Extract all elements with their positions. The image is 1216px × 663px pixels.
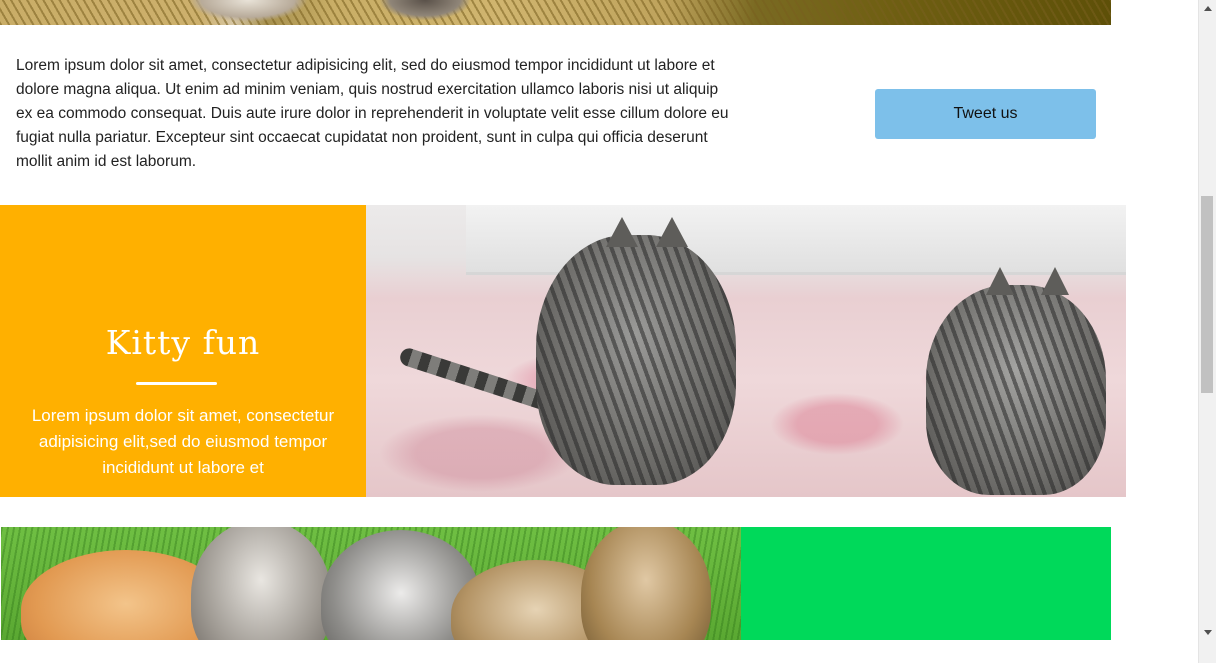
image-kitten-right	[926, 267, 1106, 495]
kitty-fun-title: Kitty fun	[105, 323, 261, 362]
image-kitten-left	[536, 217, 736, 485]
image-kitten-ear	[656, 217, 688, 247]
intro-paragraph: Lorem ipsum dolor sit amet, consectetur …	[16, 57, 729, 170]
image-kitten-ear	[606, 217, 638, 247]
kittens-on-grass-image	[1, 527, 741, 640]
page-viewport: Lorem ipsum dolor sit amet, consectetur …	[0, 0, 1216, 663]
hero-image-detail	[380, 0, 470, 20]
scroll-down-icon[interactable]	[1204, 630, 1212, 635]
image-kitten	[191, 527, 331, 640]
hero-image-detail	[188, 0, 308, 22]
scroll-up-icon[interactable]	[1204, 6, 1212, 11]
kitty-fun-text: Lorem ipsum dolor sit amet, consectetur …	[31, 406, 335, 477]
green-panel	[741, 527, 1111, 640]
kitty-fun-panel: Kitty fun Lorem ipsum dolor sit amet, co…	[0, 205, 366, 497]
tweet-us-button[interactable]: Tweet us	[875, 89, 1096, 139]
scrollbar-thumb[interactable]	[1201, 196, 1213, 393]
vertical-scrollbar[interactable]	[1198, 0, 1216, 663]
hero-kitten-image	[0, 0, 1111, 25]
image-kitten-ear	[1041, 267, 1069, 295]
kittens-playing-image	[366, 205, 1126, 497]
image-kitten-ear	[986, 267, 1014, 295]
title-divider	[136, 382, 217, 385]
image-kitten	[581, 527, 711, 640]
